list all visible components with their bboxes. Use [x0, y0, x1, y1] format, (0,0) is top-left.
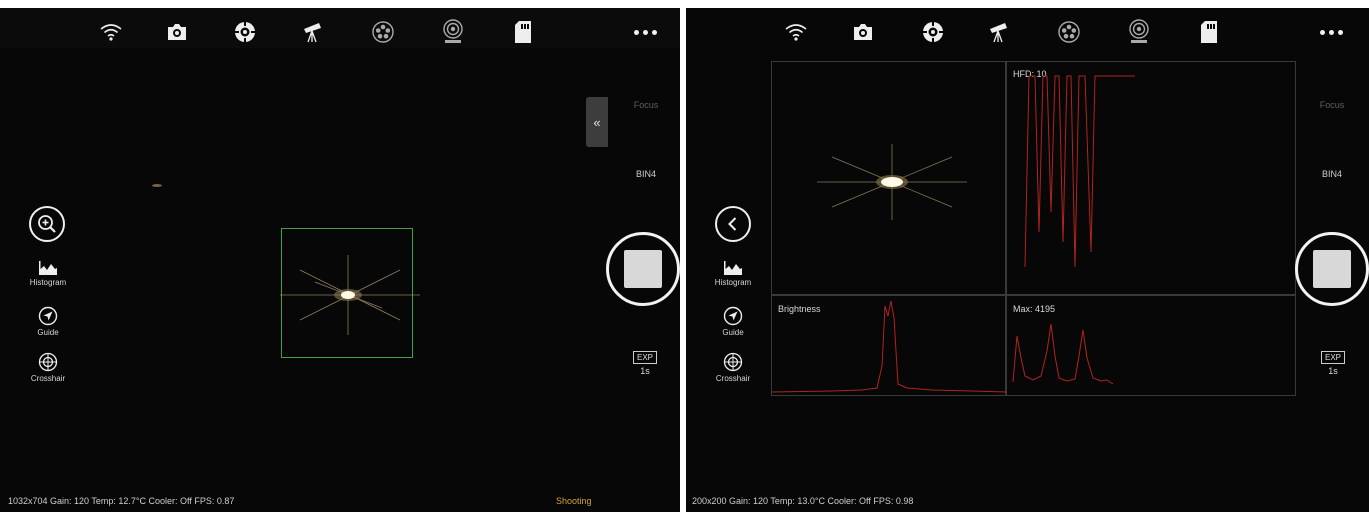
zoomed-star: [817, 144, 967, 220]
capture-stop-button[interactable]: [1295, 232, 1369, 306]
crosshair-icon: [723, 352, 743, 372]
sd-card-icon[interactable]: [510, 19, 536, 45]
guide-label: Guide: [722, 328, 744, 337]
stop-icon: [624, 250, 662, 288]
brightness-graph-panel: Brightness: [771, 295, 1007, 396]
double-chevron-left-icon: «: [593, 114, 601, 130]
navigation-arrow-icon: [38, 306, 58, 326]
camera-view-live: Histogram Guide Crosshair « Focus BIN4 E…: [0, 8, 680, 512]
faint-star: [152, 184, 162, 187]
exp-value: 1s: [1328, 366, 1338, 376]
hfd-graph-panel: HFD: 10: [1006, 61, 1296, 295]
crosshair-target-icon[interactable]: [232, 19, 258, 45]
chevron-left-icon: [728, 217, 737, 231]
guide-label: Guide: [37, 328, 59, 337]
histogram-icon: [39, 261, 57, 275]
stop-icon: [1313, 250, 1351, 288]
exp-value: 1s: [640, 366, 650, 376]
bright-star: [280, 255, 420, 335]
guide-tool[interactable]: Guide: [18, 306, 78, 337]
telescope-icon[interactable]: [986, 19, 1012, 45]
bin-mode-button[interactable]: BIN4: [1302, 169, 1362, 179]
status-bar-info: 200x200 Gain: 120 Temp: 13.0°C Cooler: O…: [692, 496, 914, 506]
crosshair-target-icon[interactable]: [920, 19, 946, 45]
wifi-icon[interactable]: [783, 19, 809, 45]
exposure-setting[interactable]: EXP 1s: [629, 351, 661, 376]
histogram-label: Histogram: [29, 278, 67, 287]
focuser-icon[interactable]: [440, 19, 466, 45]
filter-wheel-icon[interactable]: [1056, 19, 1082, 45]
camera-view-focus-analysis: HFD: 10 Brightness Max: 4195 Histogram G…: [686, 8, 1369, 512]
star-zoom-panel: [771, 61, 1006, 295]
histogram-tool[interactable]: Histogram: [703, 260, 763, 287]
more-menu-button[interactable]: [1316, 22, 1346, 42]
brightness-profile-plot: [772, 300, 1007, 393]
exp-label: EXP: [632, 351, 657, 364]
filter-wheel-icon[interactable]: [370, 19, 396, 45]
exp-label: EXP: [1320, 351, 1345, 364]
guide-tool[interactable]: Guide: [703, 306, 763, 337]
exposure-setting[interactable]: EXP 1s: [1317, 351, 1349, 376]
crosshair-label: Crosshair: [30, 374, 66, 383]
crosshair-icon: [38, 352, 58, 372]
focuser-icon[interactable]: [1126, 19, 1152, 45]
status-bar-info: 1032x704 Gain: 120 Temp: 12.7°C Cooler: …: [8, 496, 235, 506]
back-button[interactable]: [715, 206, 751, 242]
telescope-icon[interactable]: [300, 19, 326, 45]
focus-mode-button[interactable]: Focus: [1302, 100, 1362, 110]
top-toolbar: [686, 8, 1369, 48]
shooting-status: Shooting: [556, 496, 592, 506]
crosshair-tool[interactable]: Crosshair: [703, 352, 763, 383]
max-graph-panel: Max: 4195: [1006, 295, 1296, 396]
top-toolbar: [0, 8, 680, 48]
sd-card-icon[interactable]: [1196, 19, 1222, 45]
more-menu-button[interactable]: [630, 22, 660, 42]
zoom-in-button[interactable]: [29, 206, 65, 242]
camera-icon[interactable]: [850, 19, 876, 45]
wifi-icon[interactable]: [98, 19, 124, 45]
crosshair-label: Crosshair: [715, 374, 751, 383]
histogram-label: Histogram: [714, 278, 752, 287]
navigation-arrow-icon: [723, 306, 743, 326]
crosshair-tool[interactable]: Crosshair: [18, 352, 78, 383]
histogram-tool[interactable]: Histogram: [18, 260, 78, 287]
focus-mode-button[interactable]: Focus: [616, 100, 676, 110]
capture-stop-button[interactable]: [606, 232, 680, 306]
histogram-icon: [724, 261, 742, 275]
collapse-panel-button[interactable]: «: [586, 97, 608, 147]
max-line-plot: [1012, 323, 1114, 385]
camera-icon[interactable]: [164, 19, 190, 45]
bin-mode-button[interactable]: BIN4: [616, 169, 676, 179]
hfd-line-plot: [1024, 75, 1135, 268]
